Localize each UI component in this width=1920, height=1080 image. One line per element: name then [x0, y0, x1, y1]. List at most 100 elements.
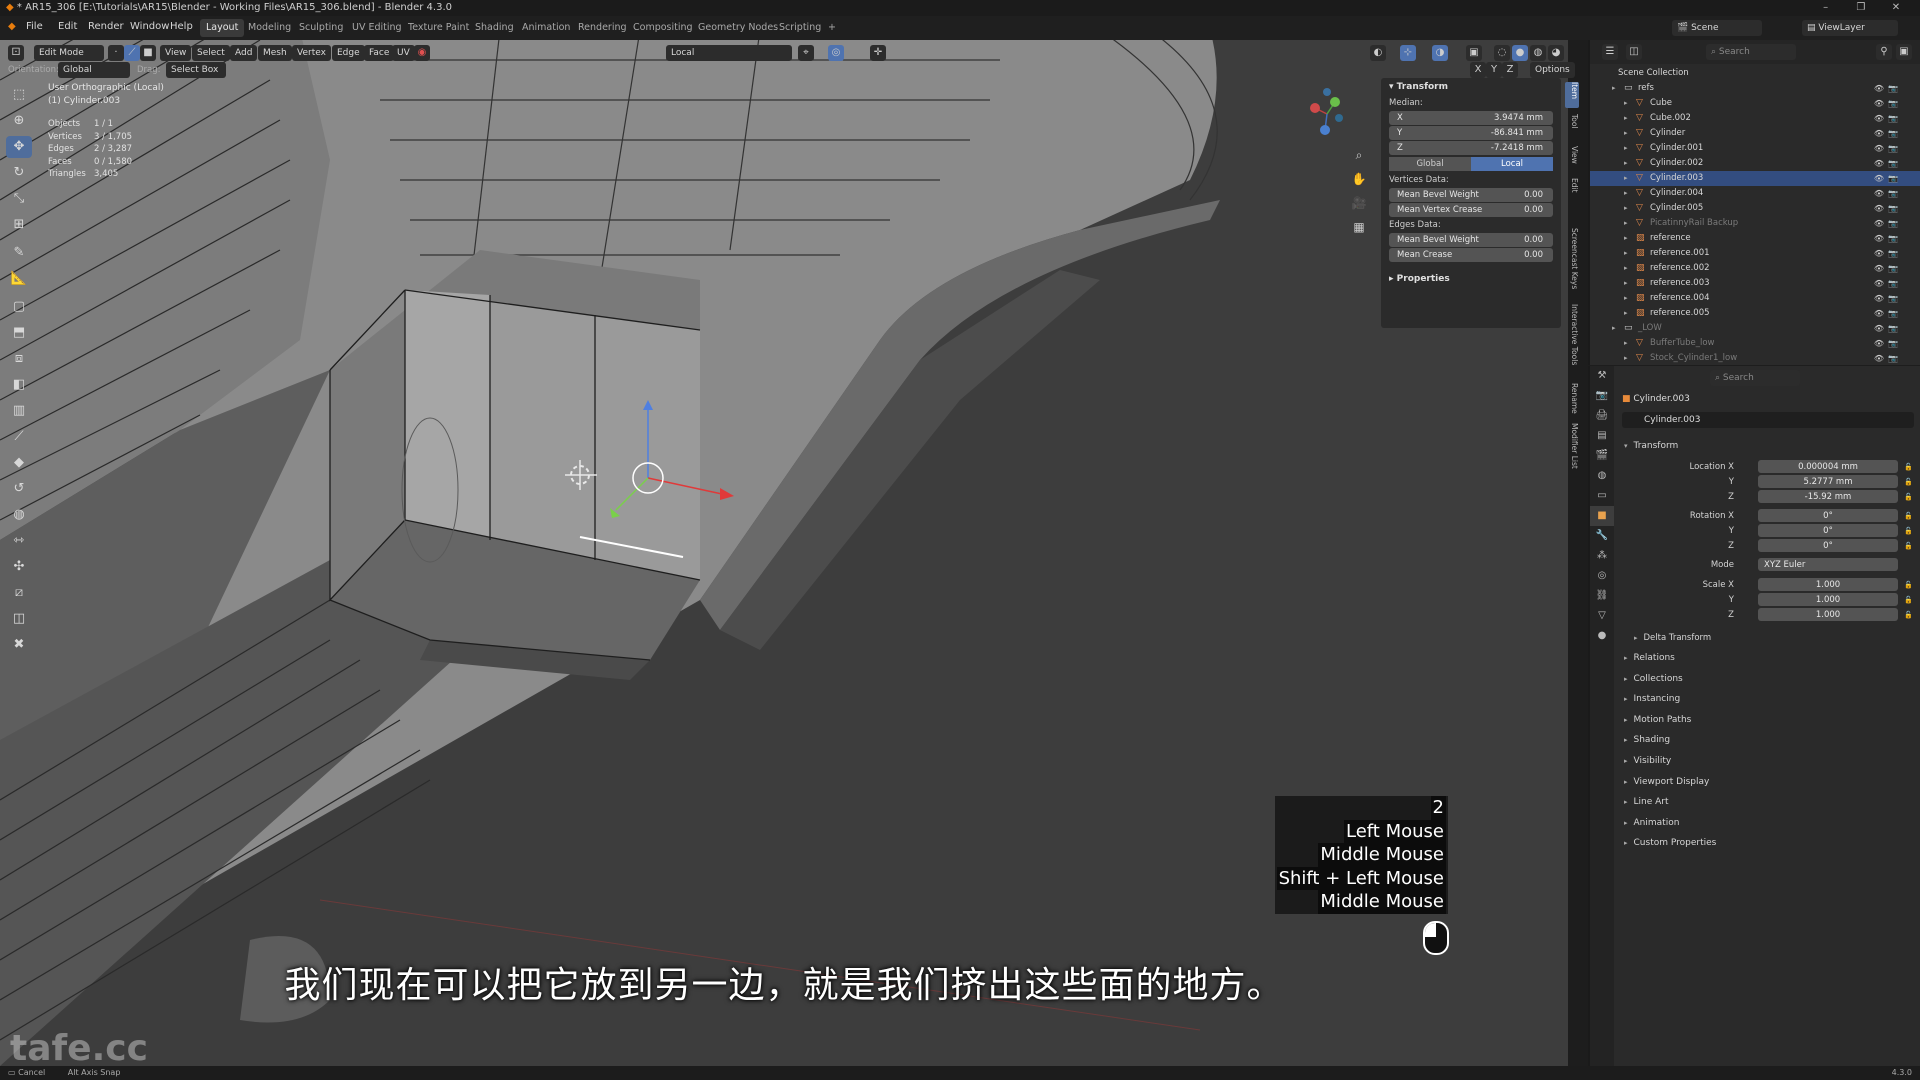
- visibility-eye-icon[interactable]: 👁📷: [1874, 111, 1902, 126]
- visibility-eye-icon[interactable]: 👁📷: [1874, 291, 1902, 306]
- rotation-x-field[interactable]: 0°: [1758, 509, 1898, 522]
- view-layer-tab-icon[interactable]: ▤: [1590, 426, 1614, 446]
- workspace-tab-scripting[interactable]: Scripting: [773, 19, 827, 37]
- expand-chevron-icon[interactable]: ▸: [1624, 201, 1628, 216]
- section-animation[interactable]: ▸ Animation: [1624, 815, 1679, 831]
- shrink-fatten-tool-icon[interactable]: ✣: [6, 556, 32, 578]
- camera-icon[interactable]: 🎥: [1351, 196, 1367, 214]
- delta-transform-section[interactable]: ▸ Delta Transform: [1634, 630, 1711, 646]
- scale-z-field[interactable]: 1.000: [1758, 608, 1898, 621]
- expand-chevron-icon[interactable]: ▸: [1624, 291, 1628, 306]
- workspace-tab-modeling[interactable]: Modeling: [242, 19, 297, 37]
- tab-tool[interactable]: Tool: [1565, 114, 1579, 140]
- menu-window[interactable]: Window: [130, 21, 169, 32]
- local-button[interactable]: Local: [1471, 157, 1553, 171]
- tab-rename[interactable]: Rename: [1565, 383, 1579, 414]
- rip-region-tool-icon[interactable]: ◫: [6, 608, 32, 630]
- visibility-eye-icon[interactable]: 👁📷: [1874, 171, 1902, 186]
- menu-select[interactable]: Select: [192, 45, 230, 61]
- object-name-field[interactable]: Cylinder.003: [1622, 412, 1914, 428]
- tab-item[interactable]: Item: [1565, 82, 1579, 108]
- scale-tool-icon[interactable]: ⤡: [6, 188, 32, 210]
- outliner-row-buffertube-low[interactable]: ▸ ▽ BufferTube_low 👁📷: [1590, 336, 1920, 351]
- move-tool-icon[interactable]: ✥: [6, 136, 32, 158]
- data-tab-icon[interactable]: ▽: [1590, 606, 1614, 626]
- outliner-row-picatinnyrail-backup[interactable]: ▸ ▽ PicatinnyRail Backup 👁📷: [1590, 216, 1920, 231]
- proportional-edit-icon[interactable]: ◎: [828, 45, 844, 61]
- add-cube-tool-icon[interactable]: ▢: [6, 296, 32, 318]
- visibility-eye-icon[interactable]: 👁📷: [1874, 141, 1902, 156]
- outliner-row-cylinder-003[interactable]: ▸ ▽ Cylinder.003 👁📷: [1590, 171, 1920, 186]
- properties-search-input[interactable]: ⌕ Search: [1710, 370, 1800, 386]
- pivot-dropdown[interactable]: Local: [666, 45, 792, 61]
- rotation-y-field[interactable]: 0°: [1758, 524, 1898, 537]
- visibility-eye-icon[interactable]: 👁📷: [1874, 126, 1902, 141]
- section-instancing[interactable]: ▸ Instancing: [1624, 691, 1680, 707]
- menu-face[interactable]: Face: [364, 45, 395, 61]
- expand-chevron-icon[interactable]: ▸: [1624, 96, 1628, 111]
- knife-tool-icon[interactable]: ⟋: [6, 426, 32, 448]
- median-z-field[interactable]: Z -7.2418 mm: [1389, 141, 1553, 155]
- mode-selector[interactable]: Edit Mode: [34, 45, 104, 61]
- visibility-eye-icon[interactable]: 👁📷: [1874, 96, 1902, 111]
- section-shading[interactable]: ▸ Shading: [1624, 732, 1670, 748]
- workspace-tab-layout[interactable]: Layout: [200, 19, 245, 37]
- loop-cut-tool-icon[interactable]: ▥: [6, 400, 32, 422]
- expand-chevron-icon[interactable]: ▸: [1624, 231, 1628, 246]
- xray-icon[interactable]: ▣: [1466, 45, 1482, 61]
- lock-icon[interactable]: 🔓: [1904, 578, 1913, 592]
- workspace-tab-animation[interactable]: Animation: [516, 19, 576, 37]
- drag-dropdown[interactable]: Select Box: [166, 62, 226, 78]
- blender-menu-icon[interactable]: ◆: [8, 21, 16, 32]
- expand-chevron-icon[interactable]: ▸: [1624, 276, 1628, 291]
- visibility-icon[interactable]: ◐: [1370, 45, 1386, 61]
- vertex-select-icon[interactable]: ·: [108, 45, 124, 61]
- outliner-row-cylinder-005[interactable]: ▸ ▽ Cylinder.005 👁📷: [1590, 201, 1920, 216]
- collection-tab-icon[interactable]: ▭: [1590, 486, 1614, 506]
- modifier-tab-icon[interactable]: 🔧: [1590, 526, 1614, 546]
- mirror-z-toggle[interactable]: Z: [1502, 62, 1518, 78]
- tab-interactive-tools[interactable]: Interactive Tools: [1565, 304, 1579, 374]
- workspace-tab-uv-editing[interactable]: UV Editing: [346, 19, 408, 37]
- transform-gizmo-icon[interactable]: ✛: [870, 45, 886, 61]
- expand-chevron-icon[interactable]: ▸: [1624, 186, 1628, 201]
- perspective-grid-icon[interactable]: ▦: [1351, 220, 1367, 238]
- expand-chevron-icon[interactable]: ▸: [1624, 351, 1628, 366]
- visibility-eye-icon[interactable]: 👁📷: [1874, 306, 1902, 321]
- particles-tab-icon[interactable]: ⁂: [1590, 546, 1614, 566]
- section-line-art[interactable]: ▸ Line Art: [1624, 794, 1669, 810]
- properties-panel-header[interactable]: ▸ Properties: [1381, 270, 1561, 288]
- edge-slide-tool-icon[interactable]: ⇿: [6, 530, 32, 552]
- object-tab-icon[interactable]: ■: [1590, 506, 1614, 526]
- face-select-icon[interactable]: ■: [140, 45, 156, 61]
- add-workspace-button[interactable]: +: [822, 19, 842, 37]
- visibility-eye-icon[interactable]: 👁📷: [1874, 321, 1902, 336]
- material-shading-icon[interactable]: ◍: [1530, 45, 1546, 61]
- outliner-row-reference-001[interactable]: ▸ ▧ reference.001 👁📷: [1590, 246, 1920, 261]
- visibility-eye-icon[interactable]: 👁📷: [1874, 246, 1902, 261]
- shear-tool-icon[interactable]: ⧄: [6, 582, 32, 604]
- expand-chevron-icon[interactable]: ▸: [1624, 171, 1628, 186]
- median-y-field[interactable]: Y -86.841 mm: [1389, 126, 1553, 140]
- menu-add[interactable]: Add: [230, 45, 258, 61]
- outliner-row-cylinder[interactable]: ▸ ▽ Cylinder 👁📷: [1590, 126, 1920, 141]
- outliner-row-reference-005[interactable]: ▸ ▧ reference.005 👁📷: [1590, 306, 1920, 321]
- mean-bevel-weight-vertex-field[interactable]: Mean Bevel Weight 0.00: [1389, 188, 1553, 202]
- editor-type-icon[interactable]: ⚀: [8, 45, 24, 61]
- annotate-tool-icon[interactable]: ✎: [6, 242, 32, 264]
- minimize-button[interactable]: –: [1810, 0, 1842, 16]
- section-custom-properties[interactable]: ▸ Custom Properties: [1624, 835, 1716, 851]
- expand-chevron-icon[interactable]: ▸: [1624, 216, 1628, 231]
- scene-tab-icon[interactable]: 🎬: [1590, 446, 1614, 466]
- outliner-row-cylinder-002[interactable]: ▸ ▽ Cylinder.002 👁📷: [1590, 156, 1920, 171]
- outliner-row-reference-004[interactable]: ▸ ▧ reference.004 👁📷: [1590, 291, 1920, 306]
- tool-tab-icon[interactable]: ⚒: [1590, 366, 1614, 386]
- visibility-eye-icon[interactable]: 👁📷: [1874, 231, 1902, 246]
- outliner-row--low[interactable]: ▸ ▭ _LOW 👁📷: [1590, 321, 1920, 336]
- transform-tool-icon[interactable]: ⊞: [6, 214, 32, 236]
- menu-render[interactable]: Render: [88, 21, 124, 32]
- expand-chevron-icon[interactable]: ▸: [1612, 81, 1616, 96]
- outliner-row-cube-002[interactable]: ▸ ▽ Cube.002 👁📷: [1590, 111, 1920, 126]
- outliner-row-cylinder-004[interactable]: ▸ ▽ Cylinder.004 👁📷: [1590, 186, 1920, 201]
- visibility-eye-icon[interactable]: 👁📷: [1874, 276, 1902, 291]
